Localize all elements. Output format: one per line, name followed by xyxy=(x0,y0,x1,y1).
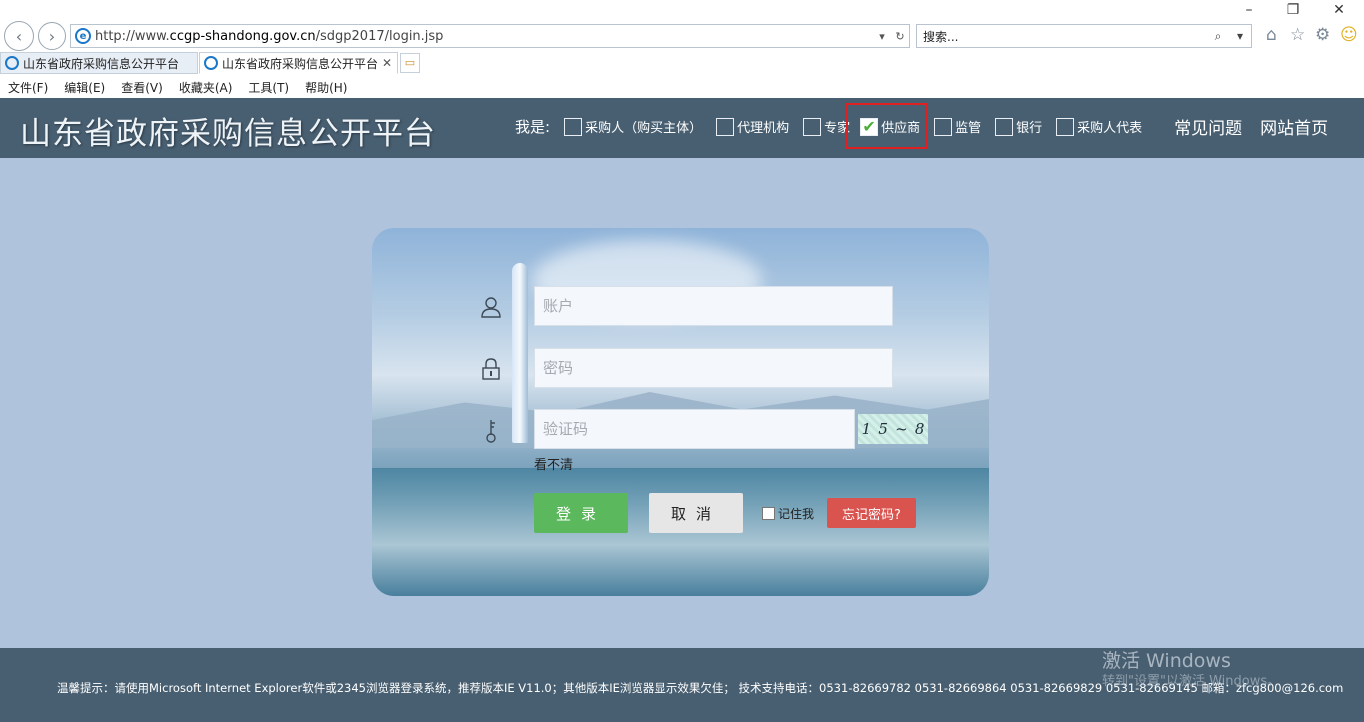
dropdown-arrow-icon[interactable]: ▾ xyxy=(873,30,891,43)
lock-icon xyxy=(478,356,504,382)
menu-view[interactable]: 查看(V) xyxy=(113,76,171,98)
menu-bar: 文件(F) 编辑(E) 查看(V) 收藏夹(A) 工具(T) 帮助(H) xyxy=(0,76,355,98)
role-expert[interactable]: 专家 xyxy=(803,117,850,136)
site-title: 山东省政府采购信息公开平台 xyxy=(20,116,436,152)
menu-file[interactable]: 文件(F) xyxy=(0,76,56,98)
checkbox-checked[interactable] xyxy=(860,117,879,136)
background-tower xyxy=(512,263,528,443)
key-icon xyxy=(478,418,504,444)
ie-tab-icon xyxy=(5,56,19,70)
smiley-icon[interactable]: ☺ xyxy=(1340,25,1358,45)
forward-icon[interactable]: › xyxy=(38,22,66,50)
gear-icon[interactable]: ⚙ xyxy=(1315,25,1330,45)
menu-favorites[interactable]: 收藏夹(A) xyxy=(171,76,241,98)
menu-edit[interactable]: 编辑(E) xyxy=(56,76,113,98)
home-link[interactable]: 网站首页 xyxy=(1260,114,1328,139)
checkbox[interactable] xyxy=(716,117,735,136)
role-supervisor[interactable]: 监管 xyxy=(934,117,981,136)
tab-label: 山东省政府采购信息公开平台 xyxy=(222,56,379,71)
windows-activation-subtext: 转到"设置"以激活 Windows。 xyxy=(1102,674,1281,689)
account-input[interactable] xyxy=(543,297,892,315)
tab-strip: 山东省政府采购信息公开平台 山东省政府采购信息公开平台 ✕ ▭ xyxy=(0,52,1364,74)
checkbox[interactable] xyxy=(1056,117,1075,136)
user-icon xyxy=(478,294,504,320)
checkbox[interactable] xyxy=(803,117,822,136)
home-icon[interactable]: ⌂ xyxy=(1266,25,1277,45)
refresh-icon[interactable]: ↻ xyxy=(891,30,909,43)
captcha-image[interactable]: 1 5 ~ 8 xyxy=(858,414,928,444)
tab-1[interactable]: 山东省政府采购信息公开平台 xyxy=(0,52,198,74)
search-dropdown-icon[interactable]: ▾ xyxy=(1229,29,1251,43)
role-selector: 我是: 采购人（购买主体） 代理机构 专家 供应商 监管 银行 采购人代表 常见… xyxy=(515,103,1328,149)
search-box[interactable]: 搜索... ⌕ ▾ xyxy=(916,24,1252,48)
login-card: 1 5 ~ 8 看不清 登录 取消 记住我 忘记密码? xyxy=(372,228,989,596)
remember-checkbox[interactable] xyxy=(762,507,775,520)
tab-2[interactable]: 山东省政府采购信息公开平台 ✕ xyxy=(199,52,398,74)
address-bar[interactable]: e http://www.ccgp-shandong.gov.cn/sdgp20… xyxy=(70,24,910,48)
browser-chrome: – ❐ ✕ ‹ › e http://www.ccgp-shandong.gov… xyxy=(0,0,1364,98)
forgot-password-button[interactable]: 忘记密码? xyxy=(827,498,916,528)
role-label: 我是: xyxy=(515,118,551,136)
search-icon[interactable]: ⌕ xyxy=(1207,29,1229,44)
cancel-button[interactable]: 取消 xyxy=(649,493,743,533)
account-field[interactable] xyxy=(534,286,893,326)
ie-logo-icon: e xyxy=(75,28,91,44)
password-field[interactable] xyxy=(534,348,893,388)
tab-label: 山东省政府采购信息公开平台 xyxy=(23,56,180,71)
search-placeholder: 搜索... xyxy=(923,29,959,44)
role-agency[interactable]: 代理机构 xyxy=(716,117,789,136)
remember-me[interactable]: 记住我 xyxy=(762,505,814,522)
back-icon[interactable]: ‹ xyxy=(4,21,34,51)
role-purchaser-rep[interactable]: 采购人代表 xyxy=(1056,117,1142,136)
close-tab-icon[interactable]: ✕ xyxy=(382,56,392,70)
windows-activation-watermark: 激活 Windows xyxy=(1102,650,1231,672)
menu-tools[interactable]: 工具(T) xyxy=(240,76,297,98)
checkbox[interactable] xyxy=(995,117,1014,136)
captcha-input[interactable] xyxy=(543,420,854,438)
faq-link[interactable]: 常见问题 xyxy=(1174,114,1242,139)
checkbox[interactable] xyxy=(564,117,583,136)
password-input[interactable] xyxy=(543,359,892,377)
site-header: 山东省政府采购信息公开平台 我是: 采购人（购买主体） 代理机构 专家 供应商 … xyxy=(0,98,1364,158)
role-supplier[interactable]: 供应商 xyxy=(846,103,929,149)
role-purchaser[interactable]: 采购人（购买主体） xyxy=(564,117,702,136)
role-bank[interactable]: 银行 xyxy=(995,117,1042,136)
favorites-star-icon[interactable]: ☆ xyxy=(1290,25,1305,45)
restore-button[interactable]: ❐ xyxy=(1278,2,1308,18)
refresh-captcha-link[interactable]: 看不清 xyxy=(534,454,573,473)
minimize-button[interactable]: – xyxy=(1234,2,1264,18)
login-button[interactable]: 登录 xyxy=(534,493,628,533)
checkbox[interactable] xyxy=(934,117,953,136)
captcha-field[interactable] xyxy=(534,409,855,449)
ie-tab-icon xyxy=(204,56,218,70)
close-window-button[interactable]: ✕ xyxy=(1324,2,1354,18)
new-tab-icon[interactable]: ▭ xyxy=(400,53,420,73)
menu-help[interactable]: 帮助(H) xyxy=(297,76,355,98)
address-url[interactable]: http://www.ccgp-shandong.gov.cn/sdgp2017… xyxy=(95,29,873,44)
